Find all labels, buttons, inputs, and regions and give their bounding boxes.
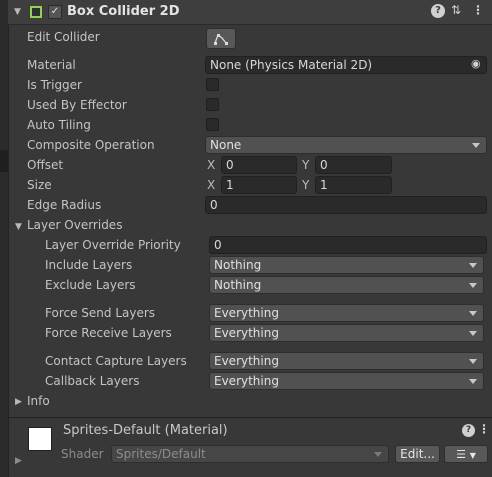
edit-collider-icon: [214, 33, 228, 45]
material-more-icon[interactable]: ⋮: [478, 422, 490, 436]
offset-label: Offset: [27, 158, 64, 172]
help-icon[interactable]: ?: [431, 4, 445, 18]
material-foldout-icon[interactable]: ▶: [15, 456, 22, 466]
material-preview-swatch: [28, 427, 52, 451]
material-title: Sprites-Default (Material): [63, 423, 228, 438]
offset-y-label: Y: [302, 158, 310, 172]
box-collider-icon: [30, 6, 42, 18]
is-trigger-label: Is Trigger: [27, 78, 82, 92]
shader-dropdown[interactable]: Sprites/Default: [111, 445, 389, 463]
force-receive-layers-dropdown[interactable]: Everything: [209, 324, 484, 342]
edge-radius-field[interactable]: 0: [205, 196, 487, 214]
dropdown-arrow-icon: [374, 452, 382, 457]
material-help-icon[interactable]: ?: [462, 424, 475, 437]
size-y-field[interactable]: 1: [315, 176, 392, 194]
is-trigger-checkbox[interactable]: [206, 78, 219, 91]
offset-y-field[interactable]: 0: [315, 156, 392, 174]
layer-override-priority-label: Layer Override Priority: [45, 238, 181, 252]
edit-collider-label: Edit Collider: [27, 30, 100, 44]
callback-layers-label: Callback Layers: [45, 374, 140, 388]
shader-label: Shader: [61, 447, 104, 461]
chevron-down-icon: ▼: [469, 451, 476, 460]
contact-capture-layers-label: Contact Capture Layers: [45, 354, 187, 368]
include-layers-label: Include Layers: [45, 258, 133, 272]
list-icon: ☰: [456, 448, 466, 461]
exclude-layers-label: Exclude Layers: [45, 278, 136, 292]
dropdown-arrow-icon: [472, 143, 480, 148]
size-y-label: Y: [302, 178, 310, 192]
info-foldout-icon[interactable]: ▶: [15, 397, 22, 407]
size-x-label: X: [207, 178, 216, 192]
auto-tiling-checkbox[interactable]: [206, 118, 219, 131]
edit-collider-button[interactable]: [206, 28, 236, 49]
enabled-checkbox[interactable]: ✓: [48, 5, 62, 19]
edge-radius-label: Edge Radius: [27, 198, 102, 212]
left-panel-edge: [0, 0, 9, 477]
exclude-layers-dropdown[interactable]: Nothing: [209, 276, 484, 294]
layer-override-priority-field[interactable]: 0: [209, 236, 487, 254]
panel-notch: [0, 150, 8, 172]
contact-capture-layers-dropdown[interactable]: Everything: [209, 352, 484, 370]
presets-icon[interactable]: ⇅: [451, 3, 461, 17]
dropdown-arrow-icon: [469, 283, 477, 288]
component-title: Box Collider 2D: [67, 4, 180, 19]
auto-tiling-label: Auto Tiling: [27, 118, 91, 132]
dropdown-arrow-icon: [469, 359, 477, 364]
composite-operation-label: Composite Operation: [27, 138, 155, 152]
size-x-field[interactable]: 1: [221, 176, 297, 194]
dropdown-arrow-icon: [469, 379, 477, 384]
info-label[interactable]: Info: [27, 394, 50, 408]
object-picker-icon[interactable]: ◉: [471, 57, 481, 70]
composite-operation-dropdown[interactable]: None: [205, 136, 487, 154]
force-send-layers-label: Force Send Layers: [45, 306, 156, 320]
shader-options-button[interactable]: ☰ ▼: [444, 445, 488, 463]
shader-edit-button[interactable]: Edit...: [395, 445, 440, 463]
callback-layers-dropdown[interactable]: Everything: [209, 372, 484, 390]
section-divider: [8, 417, 492, 418]
offset-x-field[interactable]: 0: [221, 156, 297, 174]
used-by-effector-checkbox[interactable]: [206, 98, 219, 111]
force-send-layers-dropdown[interactable]: Everything: [209, 304, 484, 322]
more-options-icon[interactable]: ⋮: [472, 3, 484, 17]
offset-x-label: X: [207, 158, 216, 172]
material-label: Material: [27, 58, 76, 72]
collapse-arrow-icon[interactable]: ▼: [14, 7, 21, 17]
used-by-effector-label: Used By Effector: [27, 98, 127, 112]
layer-overrides-foldout-icon[interactable]: ▼: [15, 222, 22, 232]
material-field[interactable]: None (Physics Material 2D): [205, 56, 487, 74]
dropdown-arrow-icon: [469, 311, 477, 316]
dropdown-arrow-icon: [469, 331, 477, 336]
include-layers-dropdown[interactable]: Nothing: [209, 256, 484, 274]
dropdown-arrow-icon: [469, 263, 477, 268]
size-label: Size: [27, 178, 52, 192]
force-receive-layers-label: Force Receive Layers: [45, 326, 172, 340]
layer-overrides-label[interactable]: Layer Overrides: [27, 218, 122, 232]
